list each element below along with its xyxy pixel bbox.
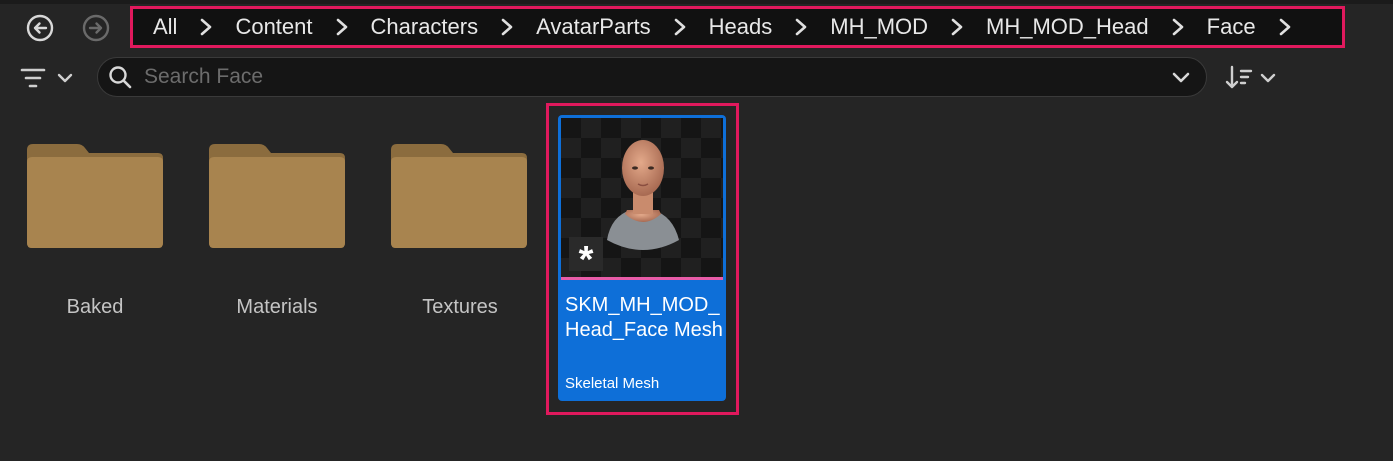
folder-materials[interactable] — [207, 140, 347, 250]
sort-icon — [1225, 65, 1276, 89]
search-input[interactable] — [142, 64, 1170, 90]
arrow-left-circle-icon — [26, 14, 54, 42]
search-box[interactable] — [97, 57, 1207, 97]
folder-textures[interactable] — [389, 140, 529, 250]
chevron-right-icon[interactable] — [500, 17, 514, 37]
asset-type-label: Skeletal Mesh — [565, 375, 660, 392]
breadcrumb-item[interactable]: MH_MOD — [830, 14, 928, 40]
folder-label: Materials — [236, 296, 318, 318]
folder-icon — [391, 144, 527, 248]
back-button[interactable] — [25, 13, 55, 43]
breadcrumb-item[interactable]: Characters — [371, 14, 479, 40]
search-icon — [108, 65, 132, 89]
chevron-down-icon[interactable] — [1170, 66, 1192, 88]
chevron-right-icon[interactable] — [199, 17, 213, 37]
breadcrumb-item[interactable]: AvatarParts — [536, 14, 651, 40]
breadcrumb: All Content Characters AvatarParts Heads MH_M… — [130, 6, 1345, 48]
asset-name: SKM_MH_MOD_Head_Face Mesh — [565, 294, 723, 341]
arrow-right-circle-icon — [82, 14, 110, 42]
filter-icon — [20, 68, 73, 88]
asset-tile-skeletal-mesh[interactable]: * SKM_MH_MOD_Head_Face Mesh Skeletal Mes… — [558, 115, 726, 401]
chevron-right-icon[interactable] — [673, 17, 687, 37]
folder-icon — [27, 144, 163, 248]
breadcrumb-item[interactable]: MH_MOD_Head — [986, 14, 1149, 40]
asterisk-icon: * — [569, 237, 603, 281]
folder-icon — [209, 144, 345, 248]
sort-button[interactable] — [1224, 63, 1284, 93]
folder-label: Baked — [66, 296, 124, 318]
breadcrumb-item[interactable]: Face — [1207, 14, 1256, 40]
chevron-right-icon[interactable] — [1278, 17, 1292, 37]
chevron-right-icon[interactable] — [335, 17, 349, 37]
chevron-right-icon[interactable] — [1171, 17, 1185, 37]
chevron-right-icon[interactable] — [794, 17, 808, 37]
breadcrumb-item[interactable]: Content — [235, 14, 312, 40]
breadcrumb-item[interactable]: Heads — [709, 14, 773, 40]
window-top-strip — [0, 0, 1393, 4]
chevron-right-icon[interactable] — [950, 17, 964, 37]
folder-label: Textures — [422, 296, 498, 318]
folder-baked[interactable] — [25, 140, 165, 250]
breadcrumb-item[interactable]: All — [153, 14, 177, 40]
filter-button[interactable] — [18, 63, 78, 93]
forward-button[interactable] — [81, 13, 111, 43]
